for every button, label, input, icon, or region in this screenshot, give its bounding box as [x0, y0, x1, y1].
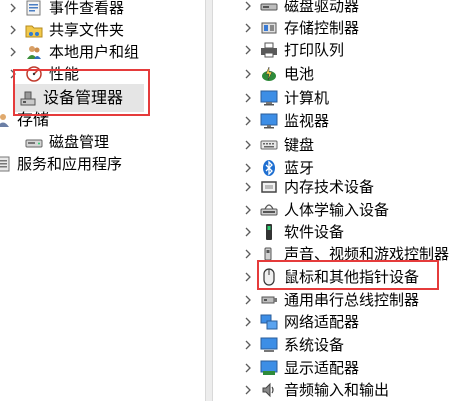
device-category-software-devices[interactable]: 软件设备 [243, 220, 344, 244]
chevron-right-icon[interactable] [243, 91, 253, 105]
chevron-right-icon[interactable] [8, 45, 18, 59]
device-category-hid[interactable]: 人体学输入设备 [243, 198, 389, 222]
tree-item-label: 磁盘管理 [49, 133, 110, 151]
device-category-label: 键盘 [284, 136, 315, 154]
tree-item-label: 服务和应用程序 [17, 155, 123, 173]
tree-item-services-apps[interactable]: 服务和应用程序 [0, 152, 122, 176]
tree-item-shared-folders[interactable]: 共享文件夹 [8, 18, 124, 42]
computer-icon [259, 88, 279, 108]
tree-item-disk-management[interactable]: 磁盘管理 [24, 130, 109, 154]
chevron-right-icon[interactable] [243, 138, 253, 152]
chevron-right-icon[interactable] [243, 21, 253, 35]
printer-icon [259, 40, 279, 60]
chevron-right-icon[interactable] [243, 0, 253, 13]
device-category-label: 内存技术设备 [284, 178, 375, 196]
chevron-right-icon[interactable] [243, 270, 253, 284]
services-apps-icon [0, 154, 12, 174]
console-tree-pane: 事件查看器 共享文件夹 本地用户和组 性能 设备管理器 存储 磁盘管理 服务和应… [0, 0, 205, 401]
battery-icon [259, 64, 279, 84]
tree-item-event-viewer[interactable]: 事件查看器 [8, 0, 124, 20]
chevron-right-icon[interactable] [243, 43, 253, 57]
event-viewer-icon [24, 0, 44, 18]
shared-folder-icon [24, 20, 44, 40]
usb-icon [259, 290, 279, 310]
device-category-memory-technology[interactable]: 内存技术设备 [243, 175, 374, 199]
keyboard-icon [259, 135, 279, 155]
device-category-audio-io[interactable]: 音频输入和输出 [243, 378, 389, 401]
audio-io-icon [259, 380, 279, 400]
device-category-display-adapters[interactable]: 显示适配器 [243, 356, 359, 380]
device-category-label: 人体学输入设备 [284, 201, 390, 219]
display-adapter-icon [259, 358, 279, 378]
pane-splitter[interactable] [205, 0, 213, 401]
chevron-right-icon[interactable] [243, 293, 253, 307]
device-category-computer[interactable]: 计算机 [243, 86, 329, 110]
device-category-label: 打印队列 [284, 41, 345, 59]
disk-management-icon [24, 132, 44, 152]
tree-item-label: 共享文件夹 [49, 21, 125, 39]
device-category-network-adapters[interactable]: 网络适配器 [243, 310, 359, 334]
tree-item-local-users-groups[interactable]: 本地用户和组 [8, 40, 139, 64]
device-category-label: 软件设备 [284, 223, 345, 241]
chevron-right-icon[interactable] [243, 247, 253, 261]
local-users-icon [24, 42, 44, 62]
network-adapter-icon [259, 312, 279, 332]
chevron-right-icon[interactable] [243, 203, 253, 217]
device-category-batteries[interactable]: 电池 [243, 62, 314, 86]
device-category-monitors[interactable]: 监视器 [243, 109, 329, 133]
memory-device-icon [259, 177, 279, 197]
chevron-right-icon[interactable] [243, 338, 253, 352]
device-category-system-devices[interactable]: 系统设备 [243, 333, 344, 357]
device-category-label: 显示适配器 [284, 359, 360, 377]
device-category-label: 电池 [284, 65, 315, 83]
device-category-print-queues[interactable]: 打印队列 [243, 38, 344, 62]
device-category-label: 计算机 [284, 89, 330, 107]
storage-controller-icon [259, 18, 279, 38]
monitor-icon [259, 111, 279, 131]
highlight-box-device-manager [13, 69, 150, 116]
device-category-label: 系统设备 [284, 336, 345, 354]
device-category-keyboards[interactable]: 键盘 [243, 133, 314, 157]
chevron-right-icon[interactable] [243, 315, 253, 329]
device-tree-pane: 磁盘驱动器 存储控制器 打印队列 电池 计算机 监视器 键盘 蓝牙 内存技术设备… [213, 0, 450, 401]
chevron-right-icon[interactable] [243, 383, 253, 397]
device-category-storage-controllers[interactable]: 存储控制器 [243, 16, 359, 40]
tree-item-label: 本地用户和组 [49, 43, 140, 61]
disk-drive-icon [259, 0, 279, 16]
device-category-label: 网络适配器 [284, 313, 360, 331]
storage-icon [0, 110, 12, 130]
chevron-right-icon[interactable] [8, 23, 18, 37]
chevron-right-icon[interactable] [243, 225, 253, 239]
device-category-label: 存储控制器 [284, 19, 360, 37]
software-device-icon [259, 222, 279, 242]
hid-icon [259, 200, 279, 220]
chevron-right-icon[interactable] [8, 1, 18, 15]
chevron-right-icon[interactable] [243, 161, 253, 175]
chevron-right-icon[interactable] [243, 67, 253, 81]
chevron-right-icon[interactable] [243, 180, 253, 194]
system-device-icon [259, 335, 279, 355]
chevron-right-icon[interactable] [243, 114, 253, 128]
device-category-label: 监视器 [284, 112, 330, 130]
device-category-usb-controllers[interactable]: 通用串行总线控制器 [243, 288, 419, 312]
chevron-right-icon[interactable] [243, 361, 253, 375]
device-category-label: 音频输入和输出 [284, 381, 390, 399]
tree-item-label: 事件查看器 [49, 0, 125, 17]
device-category-label: 通用串行总线控制器 [284, 291, 420, 309]
highlight-box-mice-pointing [257, 260, 439, 290]
